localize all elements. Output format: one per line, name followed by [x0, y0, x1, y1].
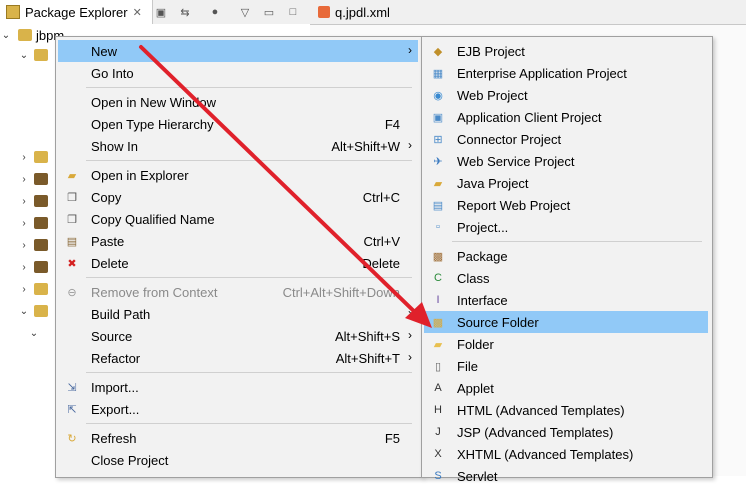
arrow-line: [139, 45, 423, 320]
annotation-arrow: [139, 45, 432, 328]
